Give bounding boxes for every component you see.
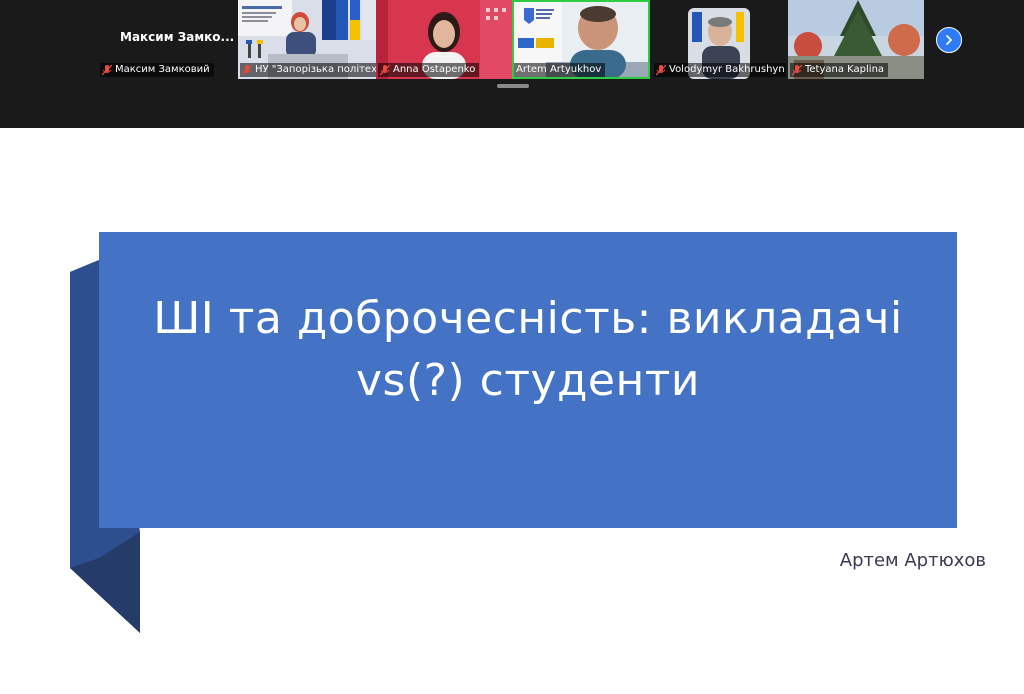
mic-muted-icon	[792, 64, 802, 75]
mic-muted-icon	[380, 64, 390, 75]
participant-name-label: Максим Замковий	[100, 63, 214, 77]
participant-video-tile[interactable]: Volodymyr Bakhrushyn	[652, 0, 786, 79]
mic-muted-icon	[242, 64, 252, 75]
participant-name-label: Anna Ostapenko	[378, 63, 480, 77]
participant-tile-no-video[interactable]: Максим Замко... Максим Замковий	[100, 0, 236, 79]
next-participants-button[interactable]	[936, 27, 962, 53]
participant-name: Volodymyr Bakhrushyn	[669, 64, 785, 75]
chevron-right-icon	[946, 35, 952, 45]
participant-strip: Максим Замко... Максим Замковий НУ "Запо…	[0, 0, 1024, 128]
title-banner: ШІ та доброчесність: викладачі vs(?) сту…	[99, 232, 957, 528]
participant-video-tile[interactable]: Anna Ostapenko	[376, 0, 512, 79]
slide-author: Артем Артюхов	[839, 550, 986, 571]
participant-name: Максим Замковий	[115, 64, 210, 75]
participant-name-label: Tetyana Kaplina	[790, 63, 889, 77]
participant-name-label: Volodymyr Bakhrushyn	[654, 63, 786, 77]
slide-title: ШІ та доброчесність: викладачі vs(?) сту…	[99, 288, 957, 412]
participant-name: Artem Artyukhov	[516, 64, 602, 75]
participant-name: НУ "Запорізька політех...	[255, 64, 376, 75]
participant-name-label: НУ "Запорізька політех...	[240, 63, 376, 77]
mic-muted-icon	[656, 64, 666, 75]
slide-title-line-2: vs(?) студенти	[356, 355, 700, 406]
participant-name: Anna Ostapenko	[393, 64, 476, 75]
mic-muted-icon	[102, 64, 112, 75]
strip-resize-handle[interactable]	[497, 84, 529, 88]
participant-video-tile-active-speaker[interactable]: Artem Artyukhov	[512, 0, 650, 79]
participant-video-tile[interactable]: НУ "Запорізька політех...	[238, 0, 376, 79]
slide-title-line-1: ШІ та доброчесність: викладачі	[153, 293, 903, 344]
participant-video-tile[interactable]: Tetyana Kaplina	[788, 0, 924, 79]
participant-name: Tetyana Kaplina	[805, 64, 885, 75]
shared-slide: ШІ та доброчесність: викладачі vs(?) сту…	[0, 128, 1024, 694]
participant-display-name: Максим Замко...	[120, 30, 235, 44]
participant-name-label: Artem Artyukhov	[514, 63, 606, 77]
